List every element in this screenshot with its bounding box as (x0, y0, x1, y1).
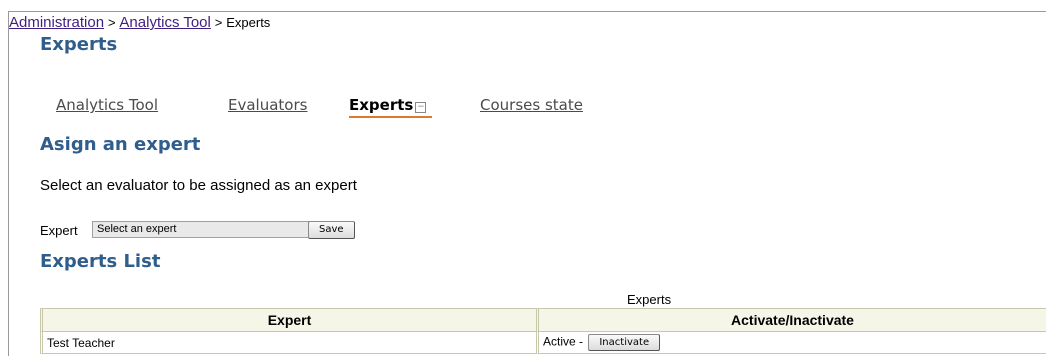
breadcrumb-link-administration[interactable]: Administration (9, 14, 104, 31)
expert-select-value: Select an expert (97, 223, 177, 235)
expert-label: Expert (40, 223, 78, 238)
tab-courses-state[interactable]: Courses state (480, 96, 583, 114)
assign-instructions: Select an evaluator to be assigned as an… (40, 177, 357, 194)
assign-expert-heading: Asign an expert (40, 134, 201, 155)
tab-analytics-tool[interactable]: Analytics Tool (56, 96, 158, 114)
tab-experts[interactable]: Experts − (349, 96, 433, 118)
breadcrumb-separator: > (107, 15, 116, 30)
status-cell: Active - Inactivate (536, 332, 1046, 354)
save-button[interactable]: Save (308, 221, 355, 239)
breadcrumb-separator: > (214, 15, 223, 30)
table-caption: Experts (627, 292, 672, 307)
breadcrumb: Administration > Analytics Tool > Expert… (9, 14, 270, 31)
breadcrumb-current: Experts (226, 15, 271, 30)
expert-select[interactable]: Select an expert ▼ (92, 221, 339, 238)
table-row: Test Teacher Active - Inactivate (40, 332, 1046, 354)
tab-bar: Analytics Tool Evaluators Experts − Cours… (56, 96, 656, 122)
table-header-row: Expert Activate/Inactivate (40, 308, 1046, 332)
expert-name-cell: Test Teacher (40, 332, 536, 354)
tab-evaluators[interactable]: Evaluators (228, 96, 307, 114)
page-title: Experts (40, 34, 118, 55)
tab-experts-label: Experts (349, 96, 414, 114)
experts-list-heading: Experts List (40, 251, 161, 272)
column-header-activate-inactivate: Activate/Inactivate (536, 308, 1046, 332)
collapse-icon[interactable]: − (415, 102, 427, 113)
column-header-expert: Expert (40, 308, 536, 332)
breadcrumb-link-analytics-tool[interactable]: Analytics Tool (119, 14, 210, 31)
inactivate-button[interactable]: Inactivate (588, 334, 661, 351)
status-text: Active - (543, 334, 584, 349)
experts-table: Expert Activate/Inactivate Test Teacher … (40, 308, 1046, 354)
